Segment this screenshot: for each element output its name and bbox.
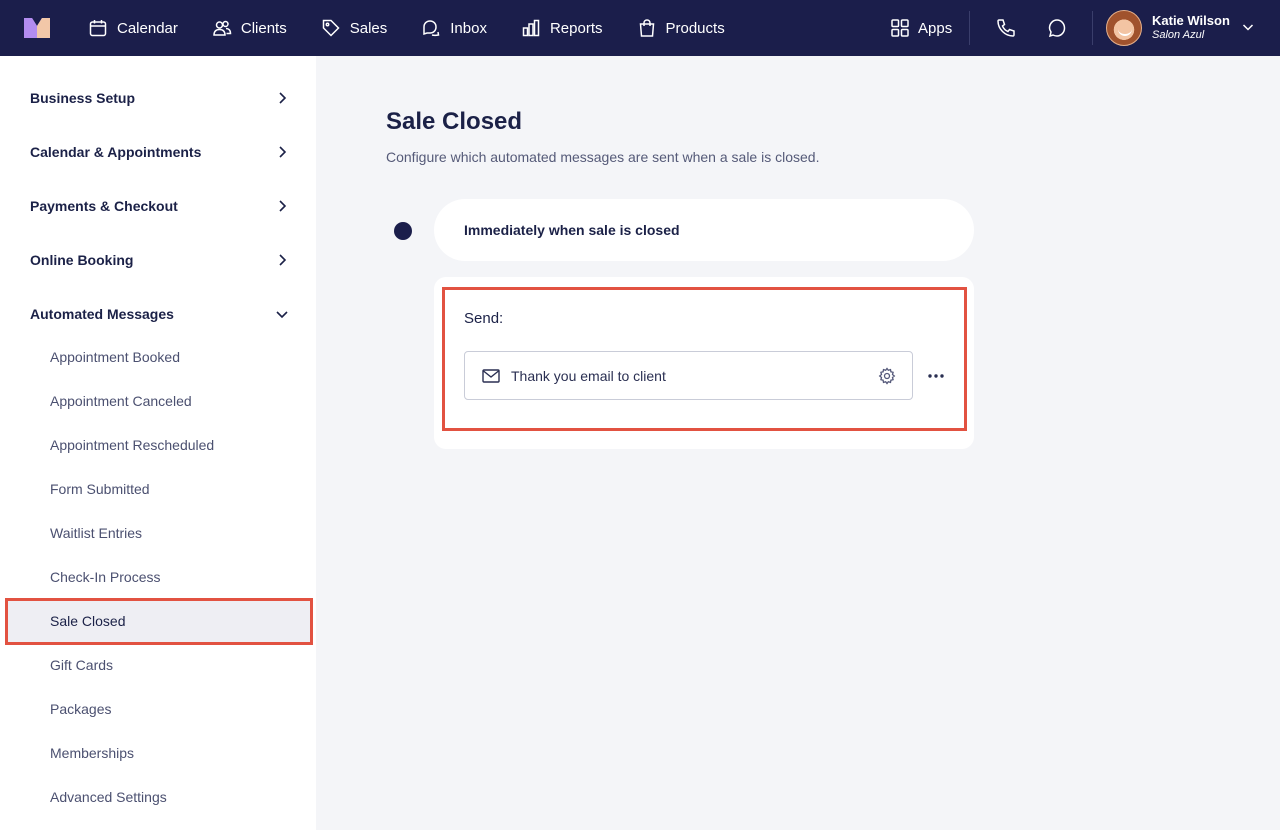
nav-products-label: Products xyxy=(665,19,725,37)
logo-icon[interactable] xyxy=(22,16,52,40)
send-label: Send: xyxy=(464,310,504,327)
sidebar-item-sale-closed[interactable]: Sale Closed xyxy=(5,598,313,645)
sidebar-item-gift-cards[interactable]: Gift Cards xyxy=(50,655,113,675)
chevron-right-icon xyxy=(279,254,287,266)
tag-icon xyxy=(322,19,340,37)
nav-calendar[interactable]: Calendar xyxy=(88,0,178,56)
sidebar-section-calendar-appointments[interactable]: Calendar & Appointments xyxy=(30,140,290,164)
message-item[interactable]: Thank you email to client xyxy=(464,351,913,400)
page-title: Sale Closed xyxy=(386,108,523,135)
sidebar-item-advanced-settings[interactable]: Advanced Settings xyxy=(50,787,167,807)
sidebar-section-business-setup[interactable]: Business Setup xyxy=(30,86,290,110)
shopping-bag-icon xyxy=(639,19,654,37)
chevron-right-icon xyxy=(279,146,287,158)
users-icon xyxy=(213,20,232,36)
main-nav: Calendar Clients Sales Inbox Reports Pro… xyxy=(88,0,759,56)
chevron-right-icon xyxy=(279,200,287,212)
chat-icon[interactable] xyxy=(1046,17,1068,39)
user-salon: Salon Azul xyxy=(1152,29,1205,42)
chevron-down-icon xyxy=(276,311,288,319)
sidebar-item-appointment-booked[interactable]: Appointment Booked xyxy=(50,347,180,367)
page-description: Configure which automated messages are s… xyxy=(386,149,820,165)
user-menu[interactable]: Katie Wilson Salon Azul xyxy=(1106,10,1254,46)
more-options-icon[interactable] xyxy=(926,366,946,386)
sidebar-item-form-submitted[interactable]: Form Submitted xyxy=(50,479,150,499)
sidebar-item-check-in-process[interactable]: Check-In Process xyxy=(50,567,160,587)
user-name: Katie Wilson xyxy=(1152,13,1230,29)
timeline-dot xyxy=(394,222,412,240)
calendar-icon xyxy=(89,20,107,37)
nav-clients-label: Clients xyxy=(240,19,287,37)
sidebar-item-appointment-rescheduled[interactable]: Appointment Rescheduled xyxy=(50,435,214,455)
sidebar-section-label: Calendar & Appointments xyxy=(30,144,202,160)
nav-divider xyxy=(969,11,970,45)
apps-button[interactable]: Apps xyxy=(890,0,952,56)
nav-calendar-label: Calendar xyxy=(117,19,178,37)
sidebar-section-payments-checkout[interactable]: Payments & Checkout xyxy=(30,194,290,218)
sidebar-section-label: Payments & Checkout xyxy=(30,198,178,214)
sidebar-section-label: Business Setup xyxy=(30,90,136,106)
sidebar-section-label: Automated Messages xyxy=(30,306,174,322)
top-navigation-bar: Calendar Clients Sales Inbox Reports Pro… xyxy=(0,0,1280,56)
sidebar-item-waitlist-entries[interactable]: Waitlist Entries xyxy=(50,523,142,543)
sidebar-section-online-booking[interactable]: Online Booking xyxy=(30,248,290,272)
nav-clients[interactable]: Clients xyxy=(212,0,287,56)
message-label: Thank you email to client xyxy=(511,367,666,384)
sidebar-item-packages[interactable]: Packages xyxy=(50,699,111,719)
sidebar-item-appointment-canceled[interactable]: Appointment Canceled xyxy=(50,391,192,411)
nav-divider xyxy=(1092,11,1093,45)
bar-chart-icon xyxy=(522,19,540,37)
nav-reports-label: Reports xyxy=(549,19,603,37)
mail-icon xyxy=(482,368,500,383)
trigger-pill: Immediately when sale is closed xyxy=(434,199,974,261)
chevron-right-icon xyxy=(279,92,287,104)
nav-sales[interactable]: Sales xyxy=(321,0,388,56)
grid-icon xyxy=(891,19,909,37)
apps-label: Apps xyxy=(918,19,953,37)
phone-icon[interactable] xyxy=(995,17,1017,39)
nav-products[interactable]: Products xyxy=(637,0,725,56)
settings-sidebar: Business Setup Calendar & Appointments P… xyxy=(0,56,316,830)
nav-inbox[interactable]: Inbox xyxy=(421,0,487,56)
sidebar-section-label: Online Booking xyxy=(30,252,134,268)
sidebar-section-automated-messages[interactable]: Automated Messages xyxy=(30,302,290,326)
gear-icon[interactable] xyxy=(878,367,896,385)
nav-sales-label: Sales xyxy=(349,19,388,37)
nav-inbox-label: Inbox xyxy=(450,19,487,37)
nav-reports[interactable]: Reports xyxy=(521,0,603,56)
chat-bubbles-icon xyxy=(423,20,440,37)
sidebar-item-memberships[interactable]: Memberships xyxy=(50,743,134,763)
chevron-down-icon xyxy=(1242,24,1254,31)
avatar xyxy=(1106,10,1142,46)
